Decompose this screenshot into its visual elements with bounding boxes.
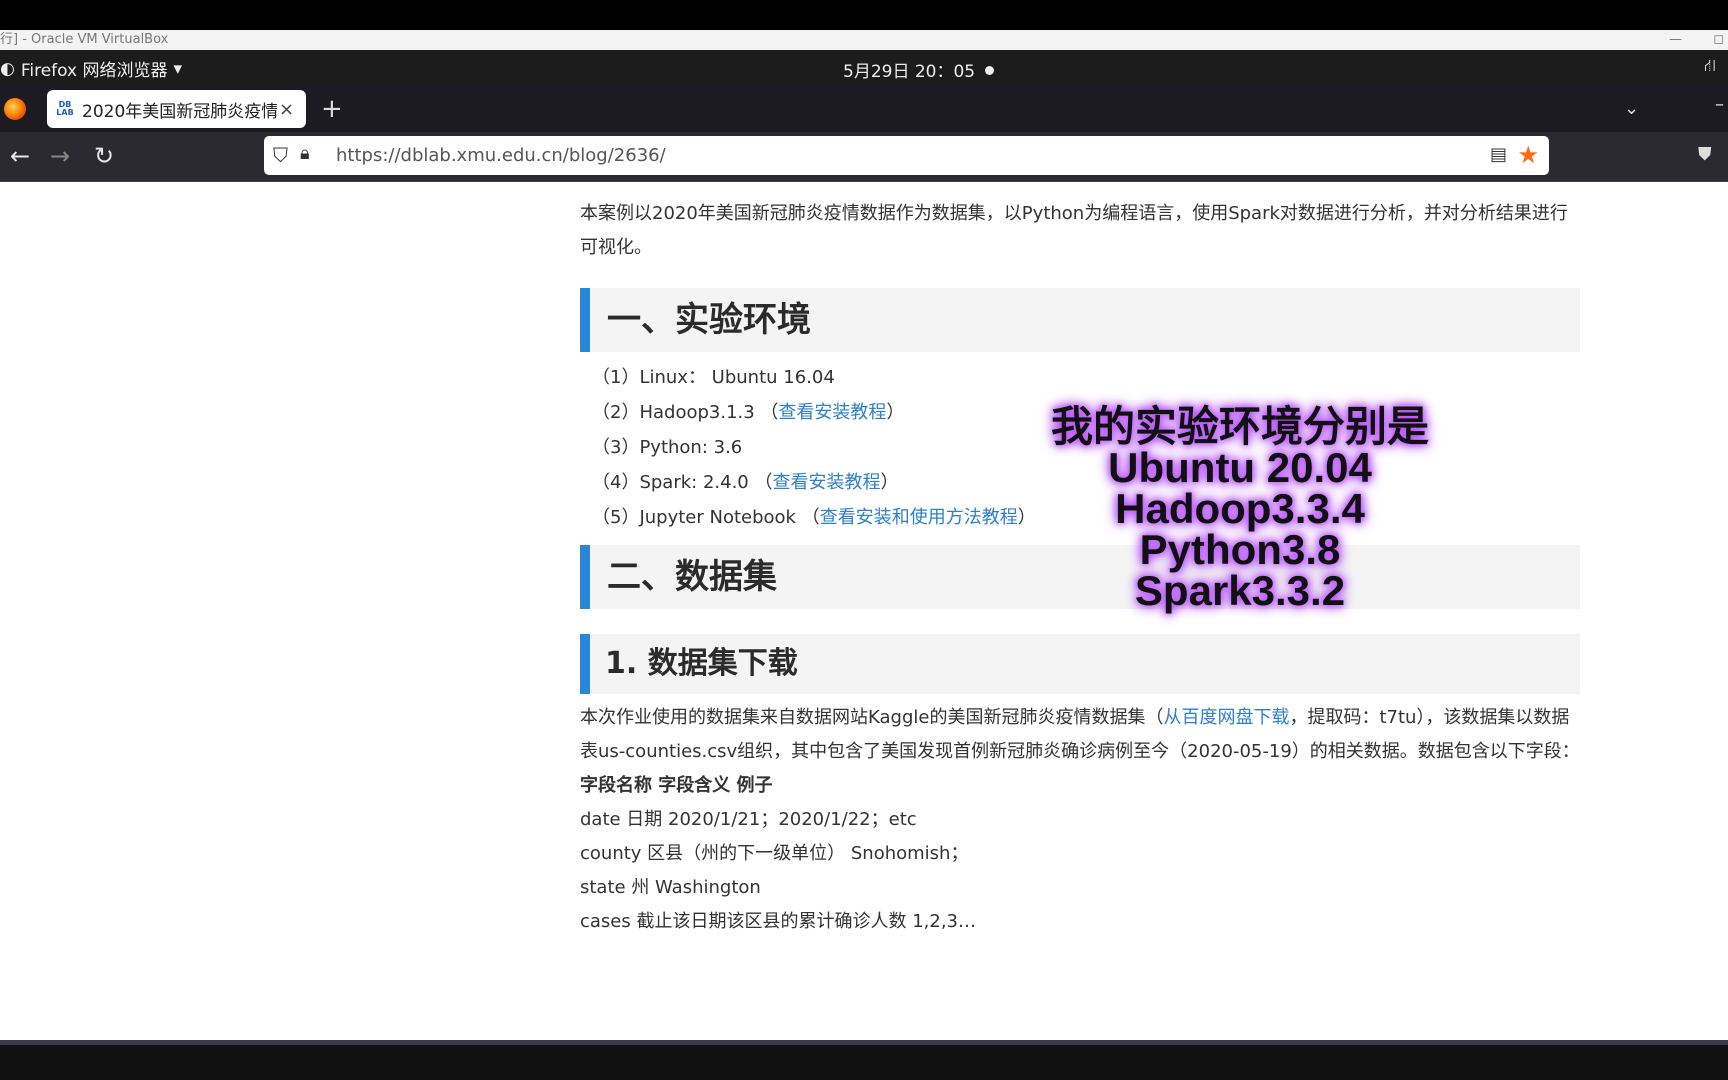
video-annotation-overlay: 我的实验环境分别是 Ubuntu 20.04 Hadoop3.3.4 Pytho…	[1020, 403, 1460, 614]
back-icon[interactable]: ←	[10, 142, 30, 170]
download-paragraph: 本次作业使用的数据集来自数据网站Kaggle的美国新冠肺炎疫情数据集（从百度网盘…	[580, 707, 1580, 762]
pocket-icon[interactable]: ⛊	[1698, 144, 1712, 165]
firefox-nav-bar: ← → ↻ ⛉ 🔒︎ https://dblab.xmu.edu.cn/blog…	[0, 132, 1728, 182]
close-icon[interactable]: ×	[279, 99, 294, 120]
firefox-logo-icon[interactable]	[4, 98, 26, 120]
firefox-app-icon: ◐	[0, 58, 15, 79]
clock[interactable]: 5月29日 20：05	[843, 57, 975, 82]
fields-header: 字段名称 字段含义 例子	[580, 775, 773, 796]
field-state: state 州 Washington	[580, 877, 761, 898]
virtualbox-title-bar: 行] - Oracle VM VirtualBox — ◻	[0, 30, 1728, 50]
page-content: 本案例以2020年美国新冠肺炎疫情数据作为数据集，以Python为编程语言，使用…	[0, 182, 1728, 1040]
caret-down-icon: ▾	[173, 58, 183, 79]
firefox-tab-bar: DB LAB 2020年美国新冠肺炎疫情 × + ⌄ –	[0, 84, 1728, 132]
app-menu-label: Firefox 网络浏览器	[20, 61, 168, 81]
hadoop-install-link[interactable]: 查看安装教程	[778, 402, 886, 423]
intro-paragraph: 本案例以2020年美国新冠肺炎疫情数据作为数据集，以Python为编程语言，使用…	[580, 203, 1568, 258]
network-icon[interactable]: ⛙	[1704, 56, 1716, 78]
bookmark-star-icon[interactable]: ★	[1517, 141, 1539, 169]
reload-icon[interactable]: ↻	[94, 142, 114, 170]
ubuntu-top-bar: ◐ Firefox 网络浏览器 ▾ 5月29日 20：05 ⛙	[0, 50, 1728, 84]
field-county: county 区县（州的下一级单位） Snohomish；	[580, 843, 969, 864]
vm-screen: 行] - Oracle VM VirtualBox — ◻ ◐ Firefox …	[0, 30, 1728, 1040]
overlay-line: 我的实验环境分别是	[1050, 403, 1429, 450]
new-tab-button[interactable]: +	[321, 94, 343, 124]
chevron-down-icon[interactable]: ⌄	[1624, 98, 1639, 119]
tab-active[interactable]: DB LAB 2020年美国新冠肺炎疫情 ×	[47, 90, 306, 128]
jupyter-install-link[interactable]: 查看安装和使用方法教程	[820, 507, 1018, 528]
forward-icon[interactable]: →	[50, 142, 70, 170]
url-text[interactable]: https://dblab.xmu.edu.cn/blog/2636/	[336, 145, 666, 166]
minimize-icon[interactable]: —	[1669, 30, 1682, 50]
baidu-download-link[interactable]: 从百度网盘下载	[1163, 707, 1289, 728]
virtualbox-title: 行] - Oracle VM VirtualBox	[0, 32, 169, 47]
shield-icon[interactable]: ⛉	[273, 143, 288, 167]
heading-dataset-download: 1. 数据集下载	[580, 634, 1580, 694]
window-minimize-icon[interactable]: –	[1715, 94, 1724, 115]
url-bar[interactable]: ⛉ 🔒︎ https://dblab.xmu.edu.cn/blog/2636/…	[264, 136, 1549, 175]
overlay-line: Ubuntu 20.04	[1108, 444, 1372, 491]
field-date: date 日期 2020/1/21；2020/1/22；etc	[580, 809, 917, 830]
notification-dot-icon	[985, 66, 994, 75]
dblab-favicon-icon: DB LAB	[56, 99, 74, 117]
spark-install-link[interactable]: 查看安装教程	[772, 472, 880, 493]
heading-environment: 一、实验环境	[580, 288, 1580, 352]
field-cases: cases 截止该日期该区县的累计确诊人数 1,2,3…	[580, 911, 976, 932]
overlay-line: Python3.8	[1139, 526, 1341, 573]
reader-view-icon[interactable]: ▤	[1490, 144, 1507, 165]
env-item-linux: （1）Linux： Ubuntu 16.04	[592, 367, 835, 388]
tab-title: 2020年美国新冠肺炎疫情	[82, 101, 277, 122]
overlay-line: Hadoop3.3.4	[1115, 485, 1365, 532]
bottom-bar	[0, 1040, 1728, 1080]
restore-icon[interactable]: ◻	[1713, 30, 1724, 50]
app-menu[interactable]: ◐ Firefox 网络浏览器 ▾	[0, 56, 183, 82]
lock-icon[interactable]: 🔒︎	[300, 143, 310, 164]
overlay-line: Spark3.3.2	[1134, 567, 1346, 614]
bottom-divider	[0, 1040, 1728, 1045]
